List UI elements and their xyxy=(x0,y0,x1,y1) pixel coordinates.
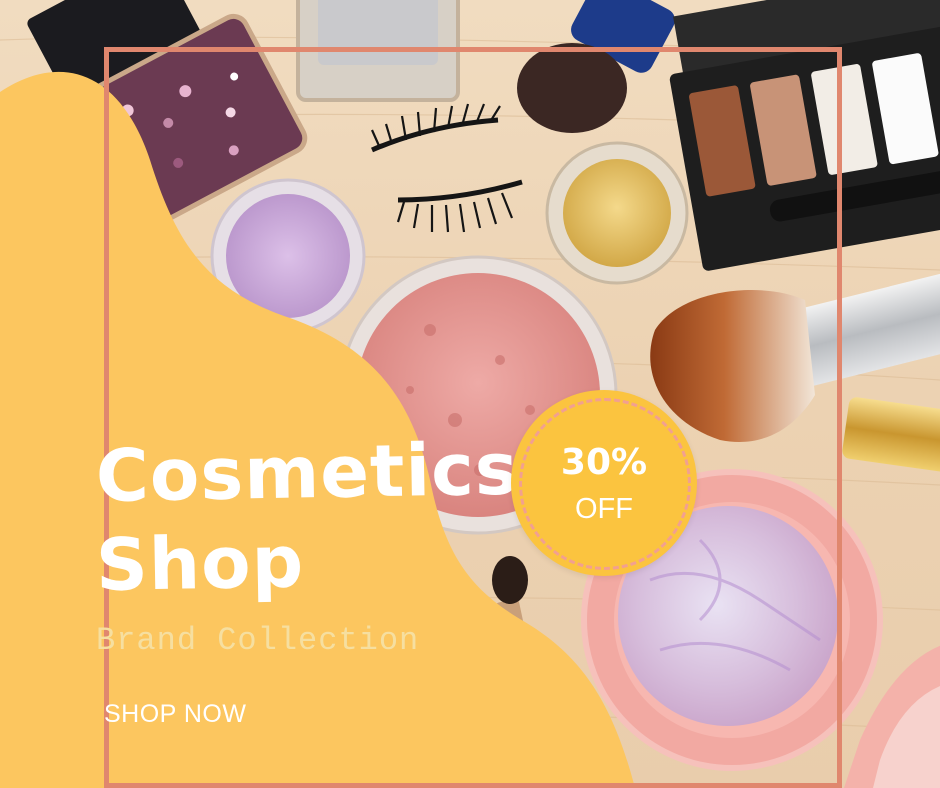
subtitle: Brand Collection xyxy=(96,622,420,659)
discount-off-label: OFF xyxy=(575,493,633,525)
title-line-2: Shop xyxy=(95,519,305,607)
shop-now-link[interactable]: SHOP NOW xyxy=(104,700,246,729)
banner: Cosmetics Shop Brand Collection SHOP NOW… xyxy=(0,0,940,788)
title-line-1: Cosmetics xyxy=(95,426,520,518)
badge-dashed-ring xyxy=(519,398,691,570)
decorative-frame xyxy=(104,47,842,788)
discount-percent: 30% xyxy=(560,442,648,483)
discount-badge: 30% OFF xyxy=(511,390,697,576)
